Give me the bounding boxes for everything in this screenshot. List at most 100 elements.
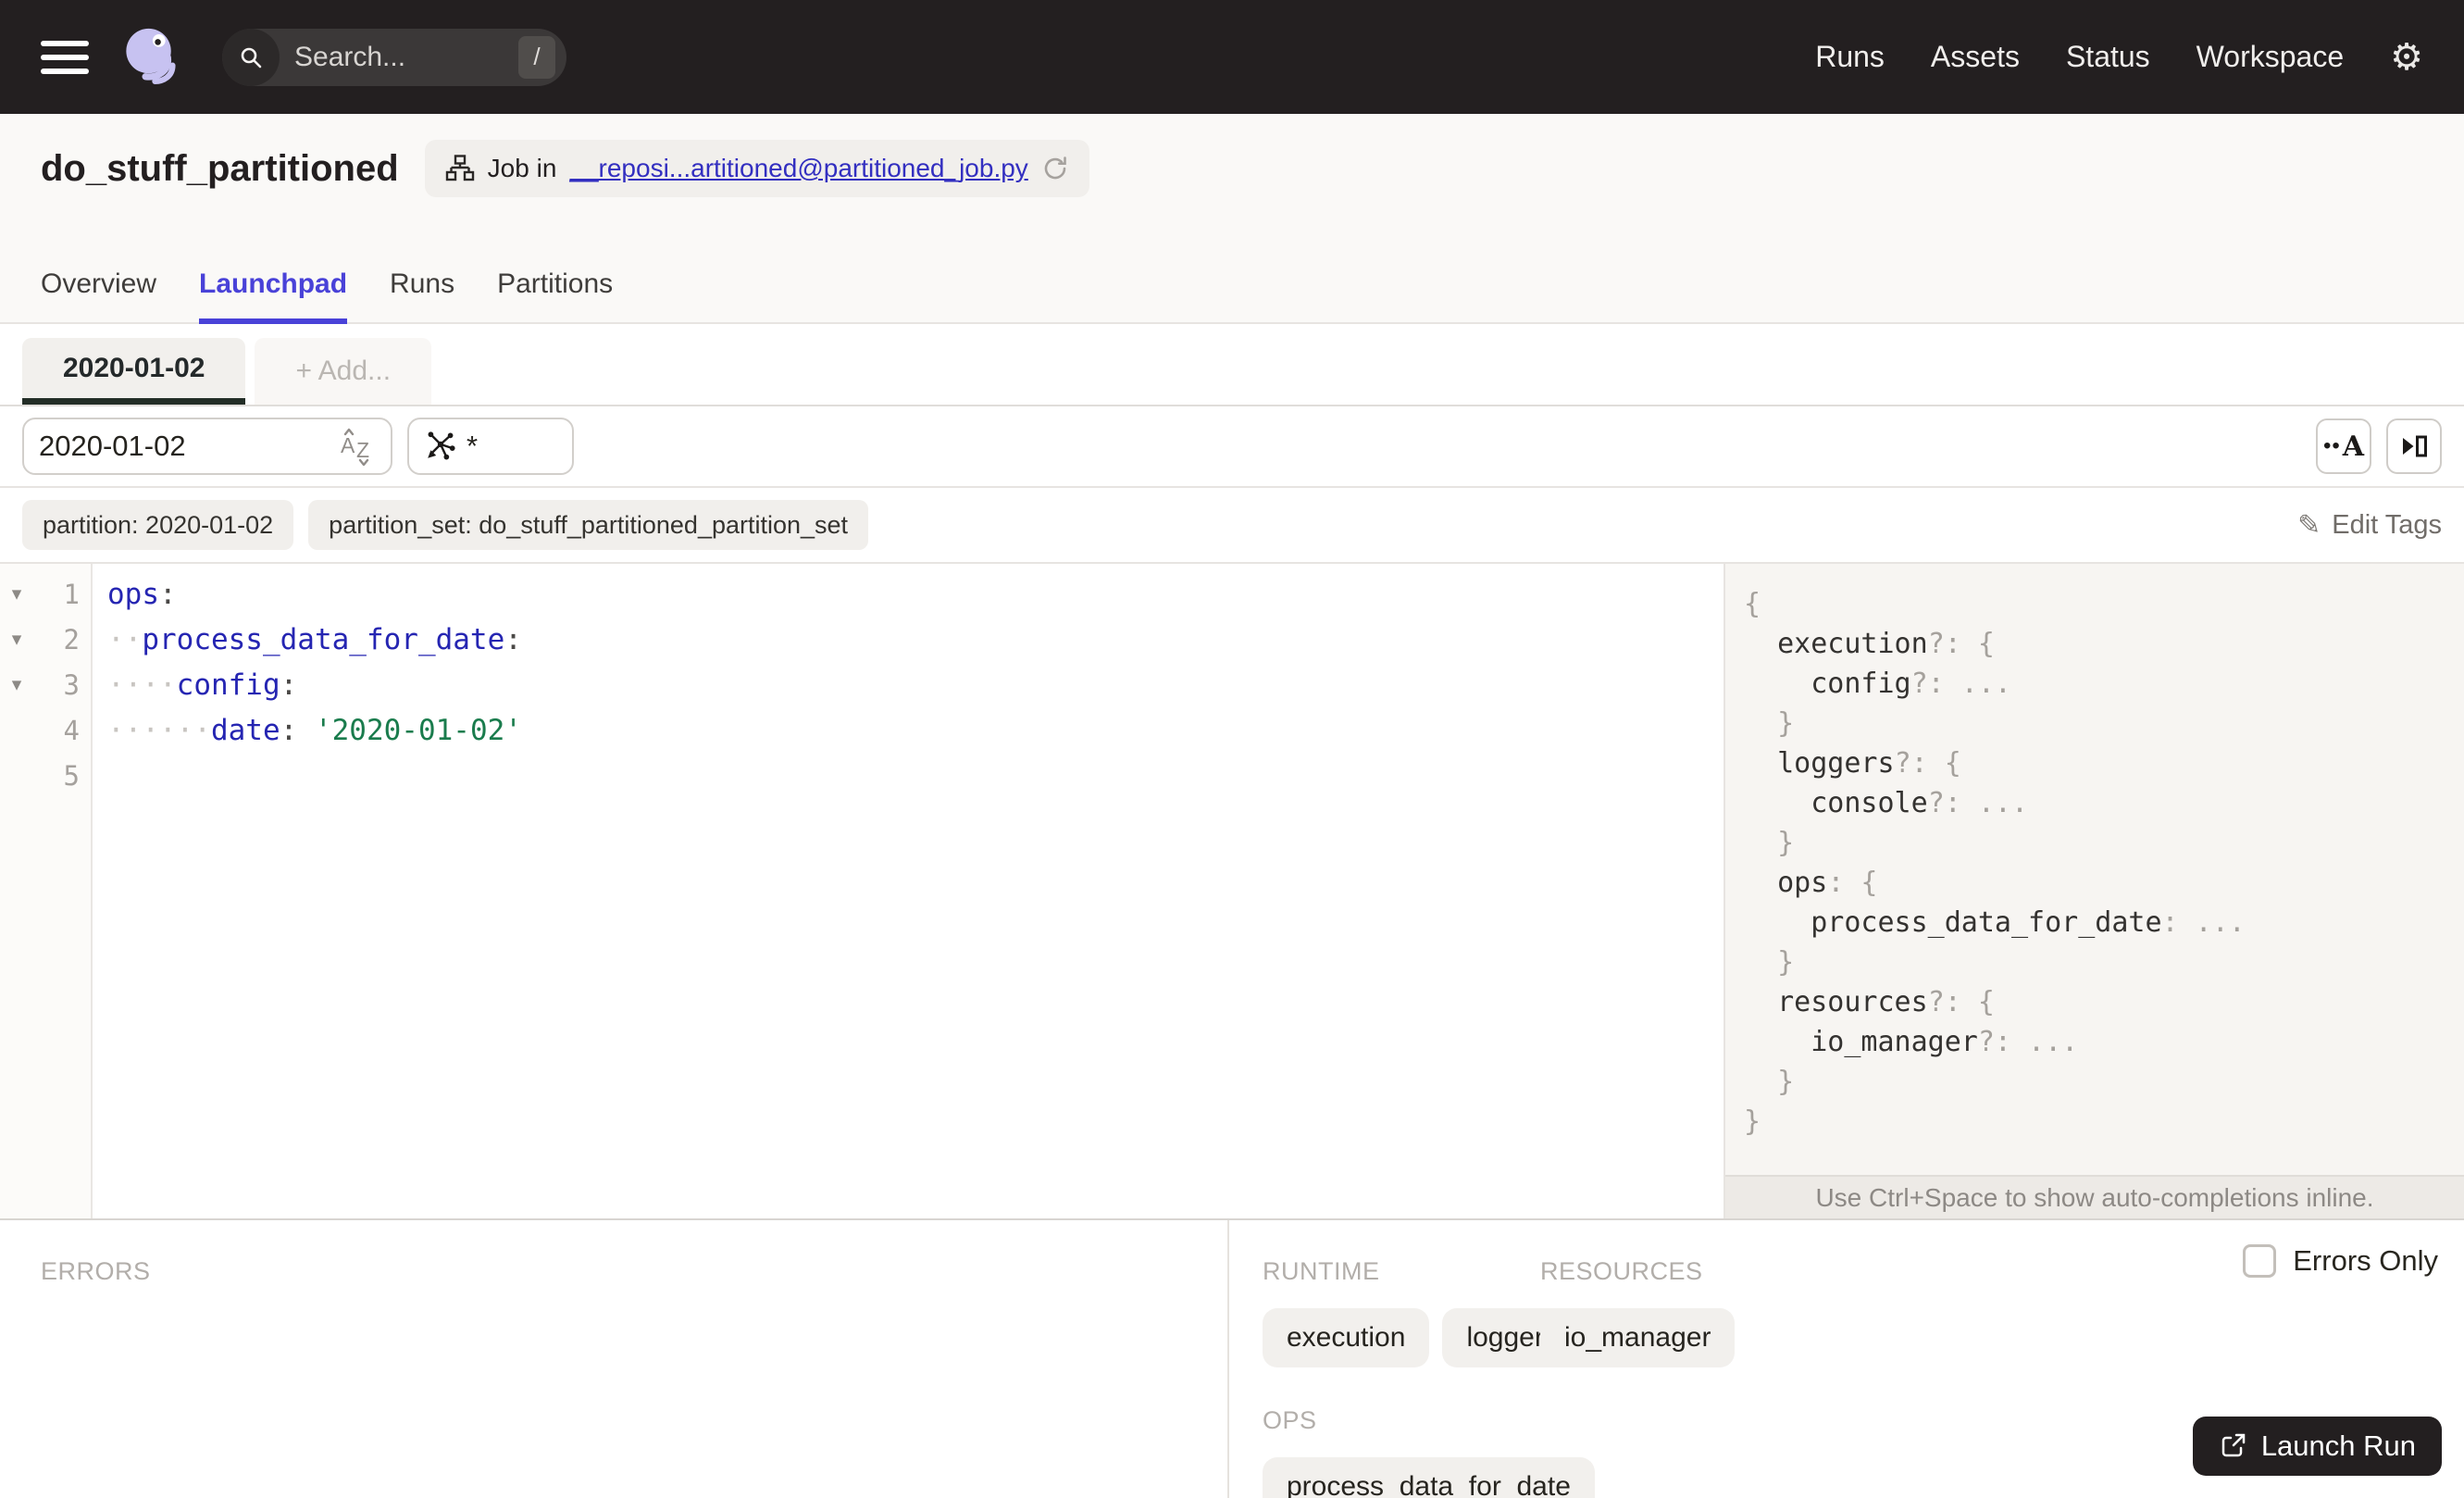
schema-ws [1744, 707, 1777, 740]
config-pill-row: io_manager [1540, 1308, 1736, 1367]
config-section-label: OPS [1263, 1406, 1317, 1434]
partition-config-tab[interactable]: 2020-01-02 [22, 338, 246, 405]
tab-overview[interactable]: Overview [41, 268, 156, 324]
fold-toggle-icon[interactable]: ▾ [0, 628, 33, 651]
autocomplete-hint: Use Ctrl+Space to show auto-completions … [1725, 1175, 2464, 1218]
nav-link-assets[interactable]: Assets [1931, 40, 2020, 74]
code-key: process_data_for_date [142, 622, 505, 656]
gutter-row: ▾ 3 [0, 662, 91, 707]
code-punct: : [280, 713, 315, 747]
run-config-summary-pane: RUNTIME execution loggers RESOURCES io_manag… [1229, 1220, 2464, 1498]
schema-key: process_data_for_date [1811, 906, 2162, 939]
nav-link-workspace[interactable]: Workspace [2196, 40, 2344, 74]
partition-picker: A Z [22, 418, 392, 475]
fold-toggle-icon[interactable]: ▾ [0, 582, 33, 605]
schema-ws [1744, 628, 1777, 660]
expand-panel-icon [2403, 435, 2427, 457]
edit-tags-button[interactable]: ✎ Edit Tags [2297, 509, 2442, 542]
schema-line: } [1744, 946, 2464, 986]
schema-ws [1744, 906, 1811, 939]
schema-body: { execution?: { config?: ... } loggers?:… [1725, 564, 2464, 1175]
editor-gutter: ▾ 1 ▾ 2 ▾ 3 4 5 [0, 564, 93, 1218]
toggle-schema-panel-button[interactable] [2386, 418, 2442, 474]
schema-ws [1744, 946, 1777, 979]
gutter-row: 4 [0, 707, 91, 753]
code-ws: ······ [107, 713, 211, 747]
schema-line: console?: ... [1744, 787, 2464, 827]
schema-punct: } [1777, 827, 1795, 859]
schema-punct: } [1777, 1066, 1795, 1098]
svg-text:A: A [341, 433, 355, 457]
tab-runs[interactable]: Runs [390, 268, 454, 324]
launchpad-controls: A Z •• A [0, 406, 2464, 488]
job-repo-link[interactable]: __reposi...artitioned@partitioned_job.py [569, 154, 1027, 183]
job-origin-badge: Job in __reposi...artitioned@partitioned… [424, 140, 1089, 197]
schema-ws [1744, 747, 1777, 780]
sort-az-icon: A Z [341, 428, 369, 466]
schema-ws [1744, 986, 1777, 1018]
search-shortcut-key: / [518, 35, 555, 79]
search-input[interactable] [280, 41, 518, 73]
add-config-tab-button[interactable]: + Add... [255, 338, 432, 405]
config-section-runtime: RUNTIME execution loggers [1263, 1257, 1582, 1367]
op-selection-icon [428, 431, 455, 460]
schema-ws [1744, 668, 1811, 700]
whitespace-button-dots: •• [2322, 433, 2341, 458]
job-tabs: Overview Launchpad Runs Partitions [41, 268, 2423, 324]
schema-punct: } [1777, 707, 1795, 740]
schema-ws [1744, 1066, 1777, 1098]
code-key: date [210, 713, 280, 747]
config-pill[interactable]: process_data_for_date [1263, 1457, 1595, 1498]
schema-punct: : { [1827, 867, 1878, 899]
settings-gear-icon[interactable]: ⚙ [2390, 39, 2423, 76]
config-pill[interactable]: io_manager [1540, 1308, 1736, 1367]
schema-key: config [1811, 668, 1911, 700]
errors-label: ERRORS [41, 1257, 151, 1285]
partition-picker-input[interactable] [39, 430, 328, 463]
errors-pane: ERRORS [0, 1220, 1227, 1498]
errors-only-checkbox[interactable] [2243, 1244, 2277, 1278]
schema-line: io_manager?: ... [1744, 1026, 2464, 1066]
tab-partitions[interactable]: Partitions [497, 268, 613, 324]
schema-key: ops [1777, 867, 1828, 899]
toggle-whitespace-button[interactable]: •• A [2316, 418, 2371, 474]
schema-punct: ?: ... [1927, 787, 2029, 819]
svg-text:Z: Z [356, 438, 369, 462]
yaml-editor-area[interactable]: ops: ·· process_data_for_date: ···· config: ·… [93, 564, 1724, 1218]
schema-line: resources?: { [1744, 986, 2464, 1026]
code-str: '2020-01-02' [314, 713, 522, 747]
config-schema-panel: { execution?: { config?: ... } loggers?:… [1724, 564, 2464, 1218]
config-pill[interactable]: execution [1263, 1308, 1430, 1367]
nav-link-runs[interactable]: Runs [1815, 40, 1885, 74]
code-ws: ·· [107, 622, 143, 656]
errors-only-toggle[interactable]: Errors Only [2243, 1244, 2438, 1278]
launch-run-button[interactable]: Launch Run [2192, 1417, 2442, 1476]
code-ws: ···· [107, 668, 177, 702]
global-search: / [222, 28, 566, 86]
schema-punct: ?: { [1927, 986, 1995, 1018]
config-editor: ▾ 1 ▾ 2 ▾ 3 4 5 ops: ·· process_data_for_date: ···… [0, 562, 2464, 1218]
schema-line: process_data_for_date: ... [1744, 906, 2464, 946]
hamburger-menu-icon[interactable] [41, 40, 89, 74]
code-line: ···· config: [107, 662, 1724, 707]
schema-ws [1744, 867, 1777, 899]
config-section-ops: OPS process_data_for_date [1263, 1406, 1595, 1498]
schema-ws [1744, 827, 1777, 859]
dagster-logo-icon[interactable] [117, 22, 187, 93]
op-selector [407, 418, 574, 475]
config-section-label: RUNTIME [1263, 1257, 1380, 1285]
schema-line: } [1744, 1105, 2464, 1145]
nav-link-status[interactable]: Status [2066, 40, 2150, 74]
fold-toggle-icon[interactable]: ▾ [0, 673, 33, 696]
gutter-row: 5 [0, 753, 91, 798]
op-selector-input[interactable] [467, 430, 557, 463]
tab-launchpad[interactable]: Launchpad [199, 268, 348, 324]
tag-pill: partition_set: do_stuff_partitioned_part… [308, 500, 869, 550]
config-section-resources: RESOURCES io_manager [1540, 1257, 1736, 1367]
code-line: ······ date: '2020-01-02' [107, 707, 1724, 753]
bottom-panel: ERRORS RUNTIME execution loggers RESOURCES i… [0, 1218, 2464, 1498]
line-number: 5 [63, 759, 80, 792]
job-badge-prefix: Job in [487, 154, 557, 182]
reload-icon[interactable] [1041, 155, 1069, 182]
